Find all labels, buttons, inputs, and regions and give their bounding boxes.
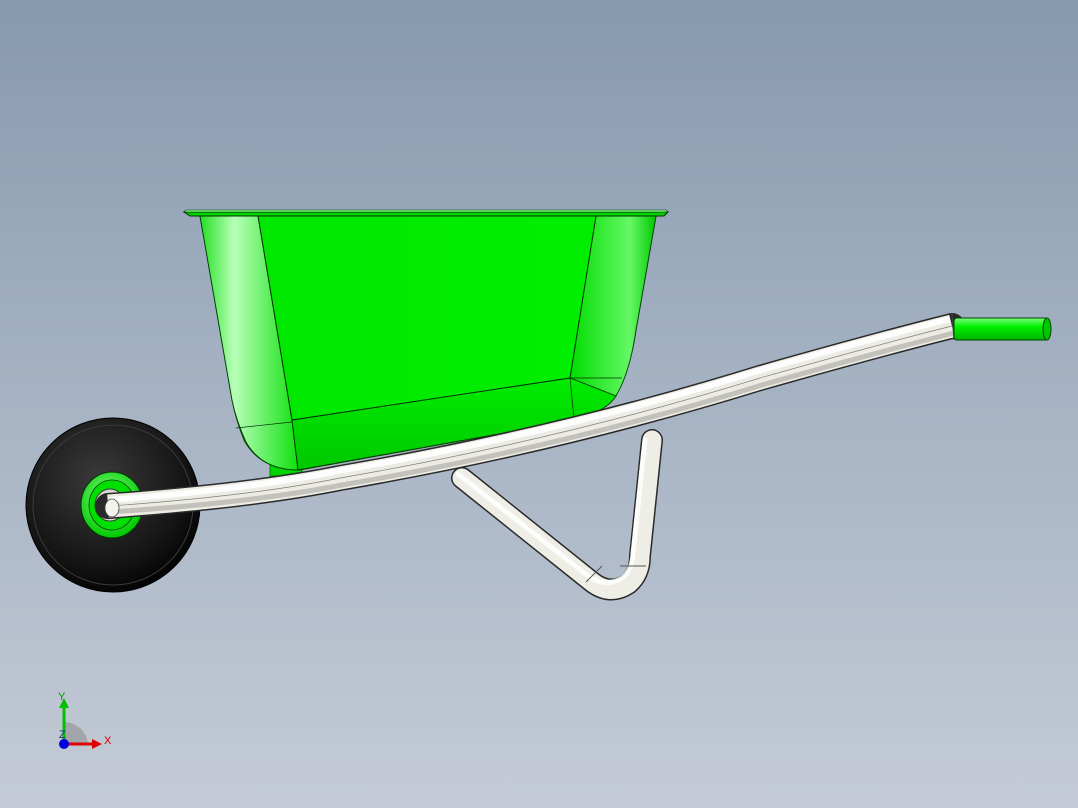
- coordinate-triad: Y X Z: [58, 691, 112, 749]
- axle-cap: [104, 498, 120, 518]
- y-axis-label: Y: [58, 691, 66, 703]
- wheelbarrow-model[interactable]: [0, 0, 1078, 808]
- x-axis-label: X: [104, 735, 112, 747]
- z-axis-label: Z: [59, 729, 66, 741]
- graphics-viewport[interactable]: Y X Z: [0, 0, 1078, 808]
- handle-grip[interactable]: [953, 317, 1052, 341]
